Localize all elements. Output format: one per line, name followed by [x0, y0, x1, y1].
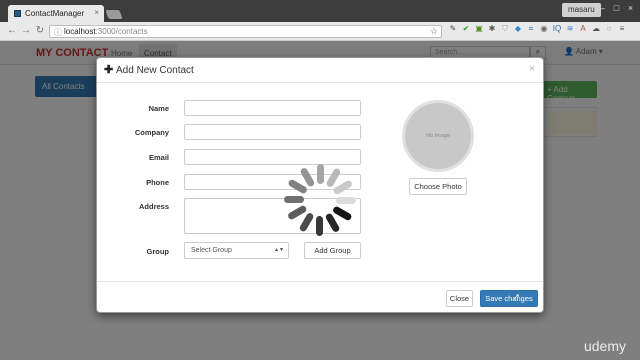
window-close-icon[interactable]: ×	[624, 3, 637, 16]
browser-titlebar: ContactManager × masaru – □ ×	[0, 0, 640, 22]
check-icon[interactable]: ✔	[461, 24, 471, 34]
spinner-spoke	[299, 213, 314, 232]
eyedropper-icon[interactable]: ✎	[448, 24, 458, 34]
spinner-spoke	[325, 213, 340, 232]
photo-placeholder: No Image	[402, 100, 474, 172]
url-path: :3000/contacts	[95, 27, 148, 36]
tab-title: ContactManager	[25, 9, 85, 18]
close-button[interactable]: Close	[446, 290, 473, 307]
forward-icon[interactable]: →	[20, 25, 32, 37]
site-info-icon[interactable]: ⓘ	[54, 27, 62, 38]
spinner-spoke	[333, 206, 352, 221]
tab-close-icon[interactable]: ×	[94, 8, 99, 17]
counter-icon[interactable]: ▣	[474, 24, 484, 34]
cloud-icon[interactable]: ☁	[591, 24, 601, 34]
spinner-spoke	[317, 164, 324, 184]
shield-icon[interactable]: ⛉	[500, 24, 510, 34]
group-label: Group	[146, 247, 170, 256]
menu-icon[interactable]: ≡	[617, 24, 627, 34]
modal-header: ✚ Add New Contact ×	[97, 58, 543, 83]
bookmark-star-icon[interactable]: ☆	[430, 26, 438, 37]
url-host: localhost	[64, 27, 96, 36]
browser-user-badge[interactable]: masaru	[562, 3, 601, 17]
company-field[interactable]	[184, 124, 361, 140]
maximize-icon[interactable]: □	[610, 3, 623, 16]
save-changes-button[interactable]: Save changes	[480, 290, 538, 307]
frame-icon[interactable]: ⌗	[526, 24, 536, 34]
modal-title: Add New Contact	[116, 65, 194, 76]
spinner-spoke	[300, 168, 315, 187]
photo-placeholder-text: No Image	[426, 133, 450, 139]
new-tab-button[interactable]	[105, 10, 123, 19]
spinner-spoke	[326, 168, 341, 187]
mouse-cursor-icon: ➚	[512, 292, 521, 303]
modal-footer: Close Save changes	[97, 281, 543, 313]
plus-icon: ✚	[104, 64, 114, 76]
group-select[interactable]: Select Group ▲▼	[184, 242, 289, 259]
spinner-spoke	[336, 197, 356, 204]
address-bar[interactable]: ⓘ localhost:3000/contacts ☆	[49, 25, 442, 38]
camera-icon[interactable]: ◉	[539, 24, 549, 34]
browser-toolbar: ← → ↻ ⓘ localhost:3000/contacts ☆ ✎ ✔ ▣ ✱ ⛉ ◆…	[0, 22, 640, 41]
ring-icon[interactable]: ○	[604, 24, 614, 34]
group-select-value: Select Group	[191, 247, 232, 254]
select-caret-icon: ▲▼	[274, 247, 284, 253]
layers-icon[interactable]: ≋	[565, 24, 575, 34]
email-label: Email	[148, 153, 169, 162]
address-label: Address	[138, 202, 169, 211]
spinner-spoke	[316, 216, 323, 236]
spinner-spoke	[333, 180, 352, 195]
text-icon[interactable]: A	[578, 24, 588, 34]
browser-tab[interactable]: ContactManager ×	[8, 5, 104, 22]
back-icon[interactable]: ←	[6, 25, 18, 37]
name-field[interactable]	[184, 100, 361, 116]
puzzle-icon[interactable]: ✱	[487, 24, 497, 34]
add-group-button[interactable]: Add Group	[304, 242, 361, 259]
bookmark-icon[interactable]: ◆	[513, 24, 523, 34]
spinner-spoke	[288, 179, 307, 194]
name-label: Name	[148, 104, 169, 113]
loading-spinner-icon	[284, 164, 356, 236]
choose-photo-button[interactable]: Choose Photo	[409, 178, 467, 195]
reload-icon[interactable]: ↻	[34, 25, 46, 37]
url-text: localhost:3000/contacts	[64, 27, 148, 36]
close-icon[interactable]: ×	[529, 63, 535, 75]
spinner-spoke	[288, 205, 307, 220]
phone-label: Phone	[146, 178, 169, 187]
spinner-spoke	[284, 196, 304, 203]
iq-icon[interactable]: IQ	[552, 24, 562, 34]
company-label: Company	[134, 128, 169, 137]
minimize-icon[interactable]: –	[596, 3, 609, 16]
udemy-watermark: udemy	[583, 338, 626, 354]
favicon-icon	[14, 10, 21, 17]
